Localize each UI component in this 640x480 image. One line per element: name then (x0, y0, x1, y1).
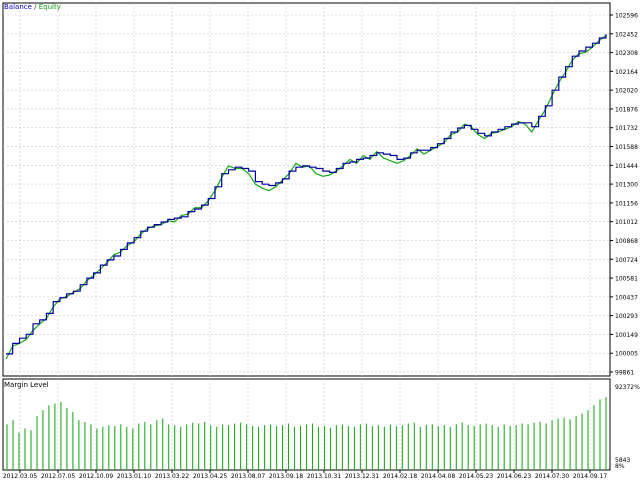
y-tick-label: 102596 (615, 13, 638, 20)
x-tick-label: 2012.03.05 (3, 473, 38, 480)
balance-series-line (6, 34, 607, 355)
margin-level-title: Margin Level (4, 381, 49, 389)
x-tick-label: 2014.06.23 (497, 473, 532, 480)
margin-y-tick-top: 92372% (615, 384, 640, 391)
y-tick-label: 101588 (615, 144, 638, 151)
x-tick-label: 2014.07.30 (535, 473, 570, 480)
y-tick-label: 101300 (615, 182, 638, 189)
x-tick-label: 2013.10.31 (307, 473, 342, 480)
y-tick-label: 100149 (615, 332, 638, 339)
y-tick-label: 100724 (615, 257, 638, 264)
y-tick-label: 101012 (615, 219, 638, 226)
legend-balance: Balance (4, 3, 32, 11)
main-plot-frame (2, 2, 611, 377)
y-tick-label: 101156 (615, 200, 638, 207)
x-tick-label: 2013.03.22 (155, 473, 190, 480)
x-tick-label: 2013.09.18 (269, 473, 304, 480)
x-tick-label: 2014.09.17 (573, 473, 608, 480)
x-tick-label: 2012.10.09 (79, 473, 114, 480)
y-tick-label: 102164 (615, 69, 638, 76)
y-tick-label: 100868 (615, 238, 638, 245)
balance-equity-report: 102596 102452 102308 102164 102020 101876 1017… (0, 0, 640, 480)
y-tick-label: 102308 (615, 50, 638, 57)
y-tick-label: 100437 (615, 294, 638, 301)
legend-equity: Equity (38, 3, 61, 11)
y-tick-label: 102452 (615, 31, 638, 38)
x-tick-label: 2013.12.31 (345, 473, 380, 480)
x-tick-label: 2013.08.07 (231, 473, 266, 480)
y-tick-label: 101876 (615, 106, 638, 113)
x-tick-label: 2014.04.08 (421, 473, 456, 480)
y-tick-label: 101732 (615, 125, 638, 132)
margin-y-tick-bottom-suffix: 8% (615, 463, 625, 470)
y-tick-label: 99861 (615, 370, 634, 377)
x-tick-label: 2012.07.05 (41, 473, 76, 480)
y-tick-label: 100293 (615, 313, 638, 320)
y-tick-label: 100581 (615, 276, 638, 283)
y-tick-label: 101444 (615, 163, 638, 170)
y-tick-label: 100005 (615, 351, 638, 358)
chart-legend: Balance / Equity (4, 3, 61, 11)
x-tick-label: 2014.05.23 (459, 473, 494, 480)
x-tick-label: 2013.04.25 (193, 473, 228, 480)
y-tick-label: 102020 (615, 88, 638, 95)
legend-separator: / (31, 3, 39, 11)
x-tick-label: 2014.02.18 (383, 473, 418, 480)
chart-canvas: 102596 102452 102308 102164 102020 101876 1017… (2, 2, 640, 480)
x-tick-label: 2013.01.10 (117, 473, 152, 480)
